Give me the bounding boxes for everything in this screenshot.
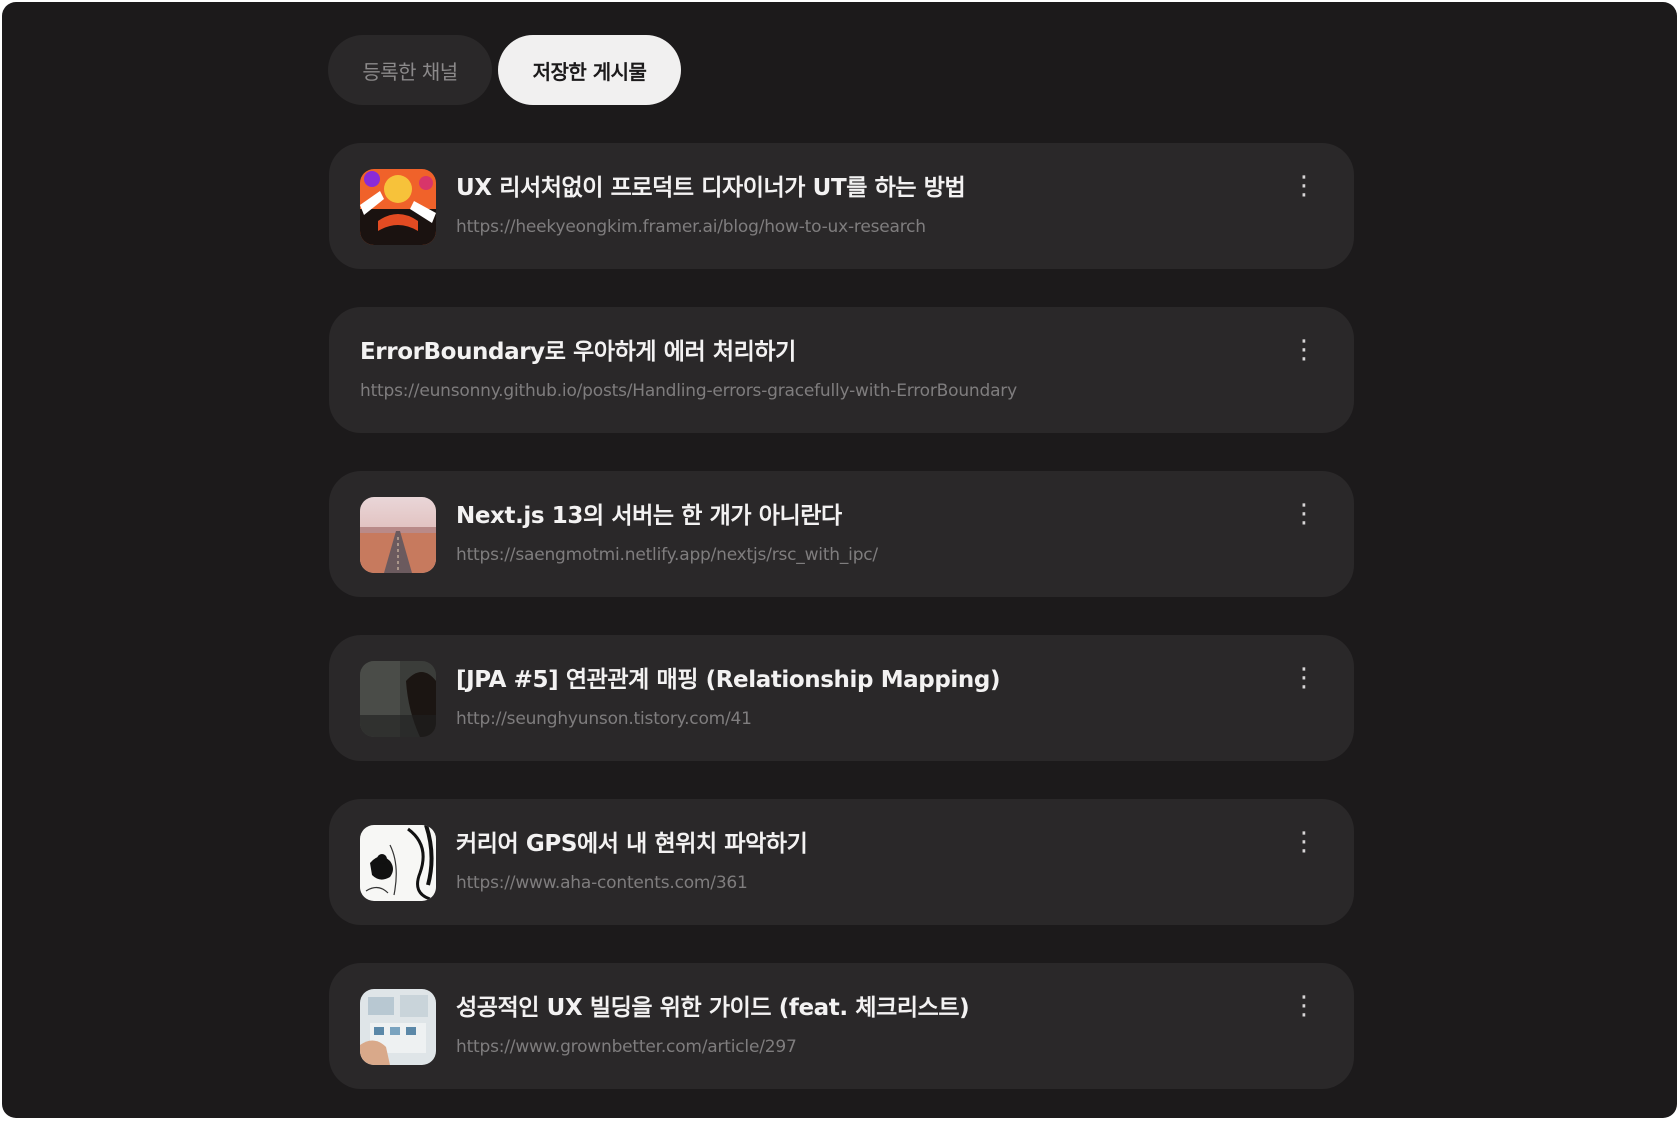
post-thumbnail xyxy=(360,497,436,573)
post-thumbnail xyxy=(360,661,436,737)
more-vertical-icon[interactable]: ⋮ xyxy=(1291,661,1317,695)
tab-saved-posts[interactable]: 저장한 게시물 xyxy=(498,35,681,105)
saved-post-card[interactable]: Next.js 13의 서버는 한 개가 아니란다 https://saengm… xyxy=(329,471,1354,597)
more-vertical-icon[interactable]: ⋮ xyxy=(1291,169,1317,203)
post-title[interactable]: [JPA #5] 연관관계 매핑 (Relationship Mapping) xyxy=(456,665,1264,695)
post-thumbnail xyxy=(360,825,436,901)
post-title[interactable]: 커리어 GPS에서 내 현위치 파악하기 xyxy=(456,829,1264,859)
saved-post-card[interactable]: UX 리서처없이 프로덕트 디자이너가 UT를 하는 방법 https://he… xyxy=(329,143,1354,269)
more-vertical-icon[interactable]: ⋮ xyxy=(1291,989,1317,1023)
tab-bar: 등록한 채널 저장한 게시물 xyxy=(328,35,681,105)
more-vertical-icon[interactable]: ⋮ xyxy=(1291,825,1317,859)
saved-post-card[interactable]: 커리어 GPS에서 내 현위치 파악하기 https://www.aha-con… xyxy=(329,799,1354,925)
saved-posts-list: UX 리서처없이 프로덕트 디자이너가 UT를 하는 방법 https://he… xyxy=(329,143,1354,1118)
post-url[interactable]: https://www.grownbetter.com/article/297 xyxy=(456,1036,1264,1058)
more-vertical-icon[interactable]: ⋮ xyxy=(1291,497,1317,531)
post-url[interactable]: https://saengmotmi.netlify.app/nextjs/rs… xyxy=(456,544,1264,566)
post-url[interactable]: http://seunghyunson.tistory.com/41 xyxy=(456,708,1264,730)
saved-post-card[interactable]: [JPA #5] 연관관계 매핑 (Relationship Mapping) … xyxy=(329,635,1354,761)
more-vertical-icon[interactable]: ⋮ xyxy=(1291,333,1317,367)
post-url[interactable]: https://eunsonny.github.io/posts/Handlin… xyxy=(360,380,1264,402)
post-thumbnail xyxy=(360,989,436,1065)
post-title[interactable]: UX 리서처없이 프로덕트 디자이너가 UT를 하는 방법 xyxy=(456,173,1264,203)
post-url[interactable]: https://www.aha-contents.com/361 xyxy=(456,872,1264,894)
post-title[interactable]: 성공적인 UX 빌딩을 위한 가이드 (feat. 체크리스트) xyxy=(456,993,1264,1023)
post-title[interactable]: Next.js 13의 서버는 한 개가 아니란다 xyxy=(456,501,1264,531)
post-url[interactable]: https://heekyeongkim.framer.ai/blog/how-… xyxy=(456,216,1264,238)
saved-post-card[interactable]: ErrorBoundary로 우아하게 에러 처리하기 https://euns… xyxy=(329,307,1354,433)
tab-registered-channels[interactable]: 등록한 채널 xyxy=(328,35,492,105)
saved-post-card[interactable]: 성공적인 UX 빌딩을 위한 가이드 (feat. 체크리스트) https:/… xyxy=(329,963,1354,1089)
post-title[interactable]: ErrorBoundary로 우아하게 에러 처리하기 xyxy=(360,337,1264,367)
app-frame: 등록한 채널 저장한 게시물 UX 리서처없이 프로덕트 디자이너가 UT를 하… xyxy=(2,2,1677,1118)
post-thumbnail xyxy=(360,169,436,245)
